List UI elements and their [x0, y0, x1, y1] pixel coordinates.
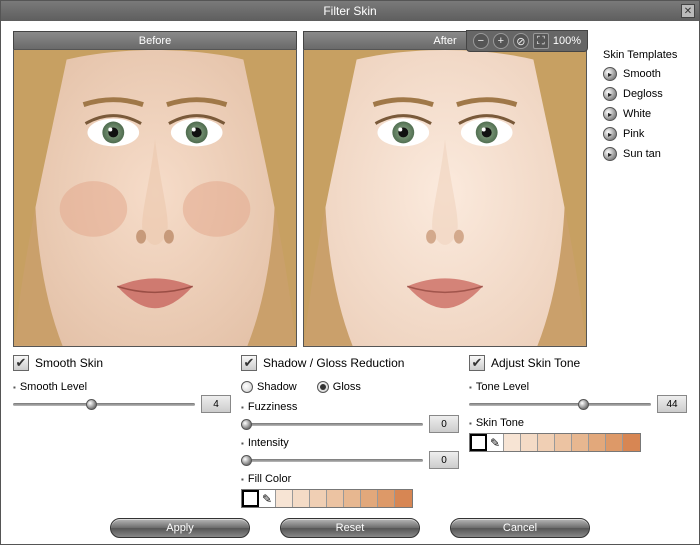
swatch[interactable] [276, 490, 293, 507]
cancel-button[interactable]: Cancel [450, 518, 590, 538]
after-image [303, 49, 587, 347]
swatch[interactable] [344, 490, 361, 507]
fill-color-swatches: ✎ [241, 489, 413, 508]
swatch[interactable] [293, 490, 310, 507]
fuzziness-value[interactable]: 0 [429, 415, 459, 433]
smooth-skin-title: Smooth Skin [35, 356, 103, 370]
template-label: Degloss [623, 88, 663, 100]
swatch[interactable] [521, 434, 538, 451]
swatch[interactable] [361, 490, 378, 507]
swatch[interactable] [395, 490, 412, 507]
swatch[interactable] [555, 434, 572, 451]
zoom-fit-icon[interactable]: ⛶ [533, 33, 549, 49]
zoom-in-icon[interactable]: + [493, 33, 509, 49]
swatch[interactable] [623, 434, 640, 451]
intensity-slider[interactable] [241, 453, 423, 467]
tone-level-slider[interactable] [469, 397, 651, 411]
swatch[interactable] [504, 434, 521, 451]
template-label: White [623, 108, 651, 120]
bullet-icon: ▸ [603, 67, 617, 81]
swatch[interactable] [310, 490, 327, 507]
intensity-label: Intensity [241, 437, 459, 449]
window-title: Filter Skin [323, 4, 376, 18]
close-icon[interactable]: ✕ [681, 4, 695, 18]
template-pink[interactable]: ▸ Pink [603, 127, 687, 141]
fill-color-label: Fill Color [241, 473, 459, 485]
template-white[interactable]: ▸ White [603, 107, 687, 121]
apply-button[interactable]: Apply [110, 518, 250, 538]
titlebar: Filter Skin ✕ [1, 1, 699, 21]
template-smooth[interactable]: ▸ Smooth [603, 67, 687, 81]
template-degloss[interactable]: ▸ Degloss [603, 87, 687, 101]
tone-level-label: Tone Level [469, 381, 687, 393]
bullet-icon: ▸ [603, 147, 617, 161]
swatch[interactable] [606, 434, 623, 451]
swatch[interactable] [242, 490, 259, 507]
color-picker-icon[interactable]: ✎ [259, 490, 276, 507]
bullet-icon: ▸ [603, 87, 617, 101]
tone-level-value[interactable]: 44 [657, 395, 687, 413]
smooth-level-label: Smooth Level [13, 381, 231, 393]
swatch[interactable] [589, 434, 606, 451]
template-label: Smooth [623, 68, 661, 80]
before-label: Before [13, 31, 297, 49]
intensity-value[interactable]: 0 [429, 451, 459, 469]
shadow-gloss-checkbox[interactable]: ✔ [241, 355, 257, 371]
bullet-icon: ▸ [603, 127, 617, 141]
template-sun-tan[interactable]: ▸ Sun tan [603, 147, 687, 161]
before-image [13, 49, 297, 347]
skin-tone-swatches: ✎ [469, 433, 641, 452]
template-label: Pink [623, 128, 644, 140]
templates-heading: Skin Templates [603, 49, 687, 61]
fuzziness-label: Fuzziness [241, 401, 459, 413]
template-label: Sun tan [623, 148, 661, 160]
swatch[interactable] [538, 434, 555, 451]
radio-gloss[interactable]: Gloss [317, 381, 361, 393]
swatch[interactable] [470, 434, 487, 451]
zoom-level: 100% [553, 35, 581, 47]
shadow-gloss-title: Shadow / Gloss Reduction [263, 356, 404, 370]
zoom-reset-icon[interactable]: ⊘ [513, 33, 529, 49]
bullet-icon: ▸ [603, 107, 617, 121]
adjust-tone-checkbox[interactable]: ✔ [469, 355, 485, 371]
swatch[interactable] [378, 490, 395, 507]
smooth-level-value[interactable]: 4 [201, 395, 231, 413]
skin-tone-label: Skin Tone [469, 417, 687, 429]
fuzziness-slider[interactable] [241, 417, 423, 431]
color-picker-icon[interactable]: ✎ [487, 434, 504, 451]
swatch[interactable] [327, 490, 344, 507]
smooth-skin-checkbox[interactable]: ✔ [13, 355, 29, 371]
reset-button[interactable]: Reset [280, 518, 420, 538]
adjust-tone-title: Adjust Skin Tone [491, 356, 580, 370]
radio-shadow[interactable]: Shadow [241, 381, 297, 393]
zoom-out-icon[interactable]: − [473, 33, 489, 49]
smooth-level-slider[interactable] [13, 397, 195, 411]
swatch[interactable] [572, 434, 589, 451]
templates-panel: Skin Templates ▸ Smooth ▸ Degloss ▸ White ▸ Pin… [593, 31, 687, 347]
